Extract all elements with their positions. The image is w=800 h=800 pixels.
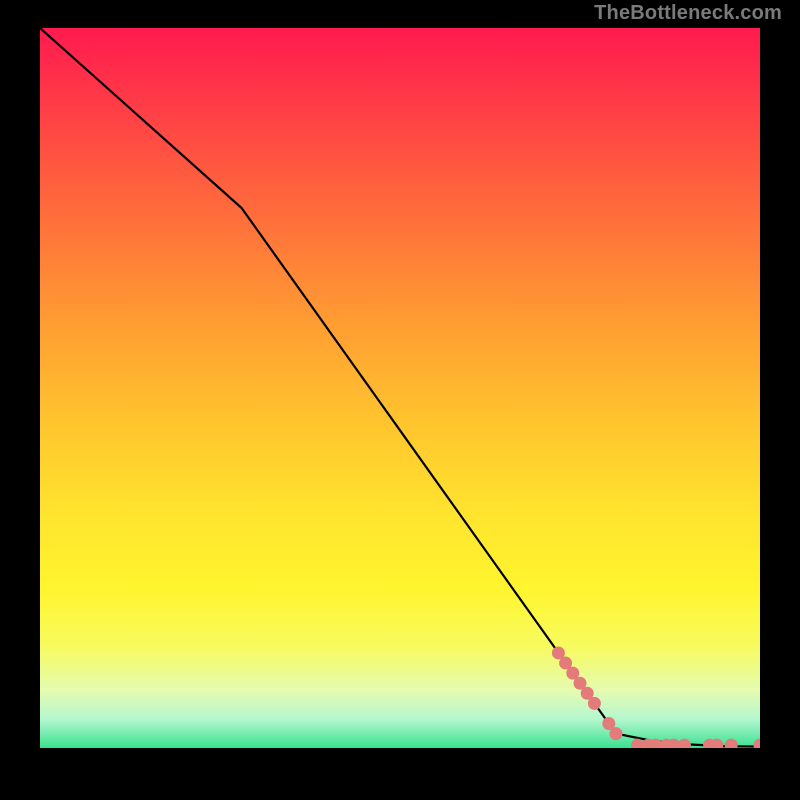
plot-area [40,28,760,748]
scatter-point [754,739,761,748]
chart-frame: TheBottleneck.com [0,0,800,800]
watermark-text: TheBottleneck.com [594,2,782,25]
scatter-point [678,739,691,748]
scatter-point [588,697,601,710]
scatter-point [610,727,623,740]
curve-line [40,28,760,747]
scatter-point [725,739,738,748]
chart-overlay [40,28,760,748]
scatter-markers [552,646,760,748]
